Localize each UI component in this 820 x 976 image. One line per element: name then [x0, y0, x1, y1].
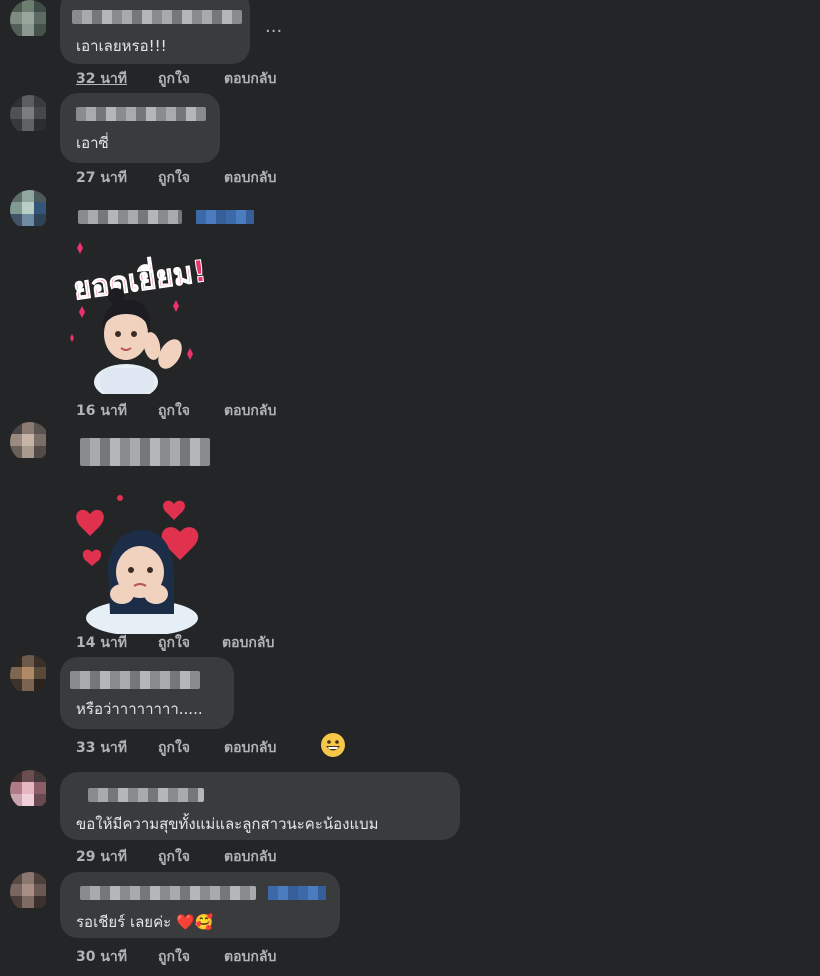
- comment-text: ขอให้มีความสุขทั้งแม่และลูกสาวนะคะน้องแบ…: [76, 815, 379, 833]
- comment-bubble: เอาซี่: [60, 93, 220, 163]
- sticker-excellent[interactable]: ยอดเยี่ยม!: [66, 234, 206, 394]
- reply-button[interactable]: ตอบกลับ: [224, 400, 276, 422]
- author-name-blurred[interactable]: [88, 788, 204, 802]
- author-name-blurred[interactable]: [70, 671, 200, 689]
- like-button[interactable]: ถูกใจ: [158, 400, 190, 422]
- comment-bubble: รอเชียร์ เลยค่ะ ❤️🥰: [60, 872, 340, 938]
- author-name-blurred[interactable]: [78, 210, 182, 224]
- avatar[interactable]: [10, 770, 50, 810]
- reply-button[interactable]: ตอบกลับ: [222, 632, 274, 654]
- reply-button[interactable]: ตอบกลับ: [224, 737, 276, 759]
- avatar[interactable]: [10, 190, 50, 230]
- like-button[interactable]: ถูกใจ: [158, 737, 190, 759]
- timestamp[interactable]: 32 นาที: [76, 68, 127, 90]
- avatar[interactable]: [10, 422, 50, 462]
- reply-button[interactable]: ตอบกลับ: [224, 946, 276, 968]
- comment-meta: 33 นาที ถูกใจ ตอบกลับ: [76, 737, 336, 757]
- more-options-icon[interactable]: ...: [265, 16, 282, 37]
- grinning-face-icon: [322, 734, 344, 756]
- comment-meta: 27 นาที ถูกใจ ตอบกลับ: [76, 167, 336, 187]
- timestamp[interactable]: 30 นาที: [76, 946, 127, 968]
- avatar[interactable]: [10, 0, 50, 40]
- avatar[interactable]: [10, 872, 50, 912]
- grinning-emoji-reaction[interactable]: [321, 733, 345, 757]
- comment-meta: 32 นาที ถูกใจ ตอบกลับ: [76, 68, 336, 88]
- timestamp[interactable]: 27 นาที: [76, 167, 127, 189]
- author-badge-blurred: [196, 210, 254, 224]
- comment-meta: 14 นาที ถูกใจ ตอบกลับ: [76, 632, 336, 652]
- avatar[interactable]: [10, 655, 50, 695]
- timestamp[interactable]: 16 นาที: [76, 400, 127, 422]
- timestamp[interactable]: 29 นาที: [76, 846, 127, 868]
- comment-bubble: เอาเลยหรอ!!!: [60, 0, 250, 64]
- timestamp[interactable]: 33 นาที: [76, 737, 127, 759]
- like-button[interactable]: ถูกใจ: [158, 946, 190, 968]
- author-name-blurred[interactable]: [80, 438, 210, 466]
- like-button[interactable]: ถูกใจ: [158, 846, 190, 868]
- reply-button[interactable]: ตอบกลับ: [224, 846, 276, 868]
- comment-text: รอเชียร์ เลยค่ะ ❤️🥰: [76, 913, 214, 931]
- like-button[interactable]: ถูกใจ: [158, 167, 190, 189]
- sticker-text: ยอดเยี่ยม!: [71, 249, 206, 307]
- comment-meta: 29 นาที ถูกใจ ตอบกลับ: [76, 846, 336, 866]
- like-button[interactable]: ถูกใจ: [158, 68, 190, 90]
- comment-bubble: ขอให้มีความสุขทั้งแม่และลูกสาวนะคะน้องแบ…: [60, 772, 460, 840]
- author-badge-blurred: [268, 886, 326, 900]
- avatar[interactable]: [10, 95, 50, 135]
- comment-meta: 30 นาที ถูกใจ ตอบกลับ: [76, 946, 336, 966]
- author-name-blurred[interactable]: [80, 886, 256, 900]
- reply-button[interactable]: ตอบกลับ: [224, 68, 276, 90]
- reply-button[interactable]: ตอบกลับ: [224, 167, 276, 189]
- comment-bubble: หรือว่าาาาาาาา.....: [60, 657, 234, 729]
- comment-meta: 16 นาที ถูกใจ ตอบกลับ: [76, 400, 336, 420]
- comment-text: เอาซี่: [76, 134, 109, 152]
- sticker-hearts[interactable]: [70, 494, 210, 634]
- author-name-blurred[interactable]: [72, 10, 242, 24]
- comment-text: เอาเลยหรอ!!!: [76, 37, 167, 55]
- author-name-blurred[interactable]: [76, 107, 206, 121]
- like-button[interactable]: ถูกใจ: [158, 632, 190, 654]
- timestamp[interactable]: 14 นาที: [76, 632, 127, 654]
- comment-text: หรือว่าาาาาาาา.....: [76, 700, 203, 718]
